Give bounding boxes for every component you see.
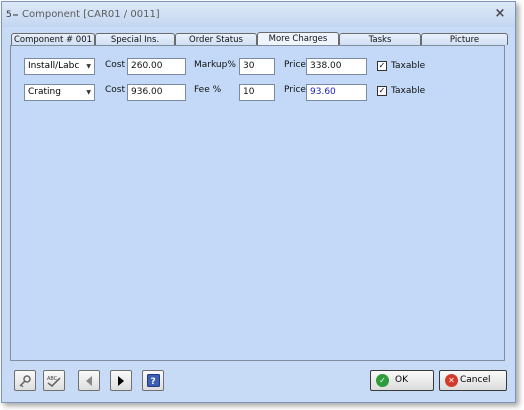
price-label: Price bbox=[284, 85, 306, 95]
charge-type-select[interactable]: Install/Labc ▼ bbox=[24, 58, 95, 75]
spellcheck-icon: ABC bbox=[47, 376, 61, 388]
tab-picture[interactable]: Picture bbox=[421, 33, 508, 45]
tab-order-status[interactable]: Order Status bbox=[175, 33, 257, 45]
cancel-button[interactable]: ✕ Cancel bbox=[439, 370, 507, 391]
search-button[interactable] bbox=[14, 370, 36, 391]
cancel-label: Cancel bbox=[460, 375, 491, 385]
charge-type-value: Install/Labc bbox=[28, 61, 80, 71]
charge-type-value: Crating bbox=[28, 87, 61, 97]
ok-button[interactable]: ✓ OK bbox=[370, 370, 434, 391]
price-label: Price bbox=[284, 60, 306, 70]
close-button[interactable]: × bbox=[493, 6, 507, 22]
fee-label: Fee % bbox=[194, 85, 222, 95]
charge-type-select[interactable]: Crating ▼ bbox=[24, 84, 95, 101]
svg-text:?: ? bbox=[150, 377, 155, 387]
more-charges-panel: Install/Labc ▼ Cost 260.00 Markup% 30 Pr… bbox=[10, 45, 505, 361]
fee-field[interactable]: 10 bbox=[239, 84, 275, 101]
checkmark-icon: ✓ bbox=[376, 374, 389, 387]
taxable-checkbox[interactable]: ✓ bbox=[377, 86, 387, 96]
help-button[interactable]: ? bbox=[142, 370, 164, 391]
title-bar: 5 Component [CAR01 / 0011] × bbox=[2, 2, 515, 27]
tab-more-charges[interactable]: More Charges bbox=[257, 32, 339, 46]
app-icon: 5 bbox=[6, 8, 20, 20]
ok-label: OK bbox=[395, 375, 408, 385]
cost-field[interactable]: 260.00 bbox=[127, 58, 186, 75]
spellcheck-button[interactable]: ABC bbox=[43, 370, 65, 391]
cost-label: Cost bbox=[105, 60, 126, 70]
component-dialog: 5 Component [CAR01 / 0011] × Component #… bbox=[1, 1, 516, 403]
price-field[interactable]: 338.00 bbox=[306, 58, 367, 75]
taxable-label: Taxable bbox=[391, 86, 426, 96]
previous-button[interactable] bbox=[78, 370, 100, 391]
tab-component[interactable]: Component # 001 bbox=[11, 33, 95, 45]
cost-field[interactable]: 936.00 bbox=[127, 84, 186, 101]
help-icon: ? bbox=[146, 374, 160, 387]
tab-special-ins[interactable]: Special Ins. bbox=[95, 33, 175, 45]
price-field[interactable]: 93.60 bbox=[306, 84, 367, 101]
window-title: Component [CAR01 / 0011] bbox=[22, 9, 160, 20]
chevron-down-icon: ▼ bbox=[86, 63, 91, 70]
key-icon bbox=[19, 375, 31, 388]
tab-tasks[interactable]: Tasks bbox=[339, 33, 421, 45]
cancel-icon: ✕ bbox=[445, 374, 458, 387]
taxable-checkbox[interactable]: ✓ bbox=[377, 61, 387, 71]
markup-label: Markup% bbox=[194, 60, 236, 70]
next-icon bbox=[118, 376, 124, 386]
chevron-down-icon: ▼ bbox=[86, 89, 91, 96]
svg-text:5: 5 bbox=[6, 10, 12, 20]
markup-field[interactable]: 30 bbox=[239, 58, 275, 75]
next-button[interactable] bbox=[110, 370, 132, 391]
taxable-label: Taxable bbox=[391, 61, 426, 71]
cost-label: Cost bbox=[105, 85, 126, 95]
previous-icon bbox=[86, 376, 92, 386]
